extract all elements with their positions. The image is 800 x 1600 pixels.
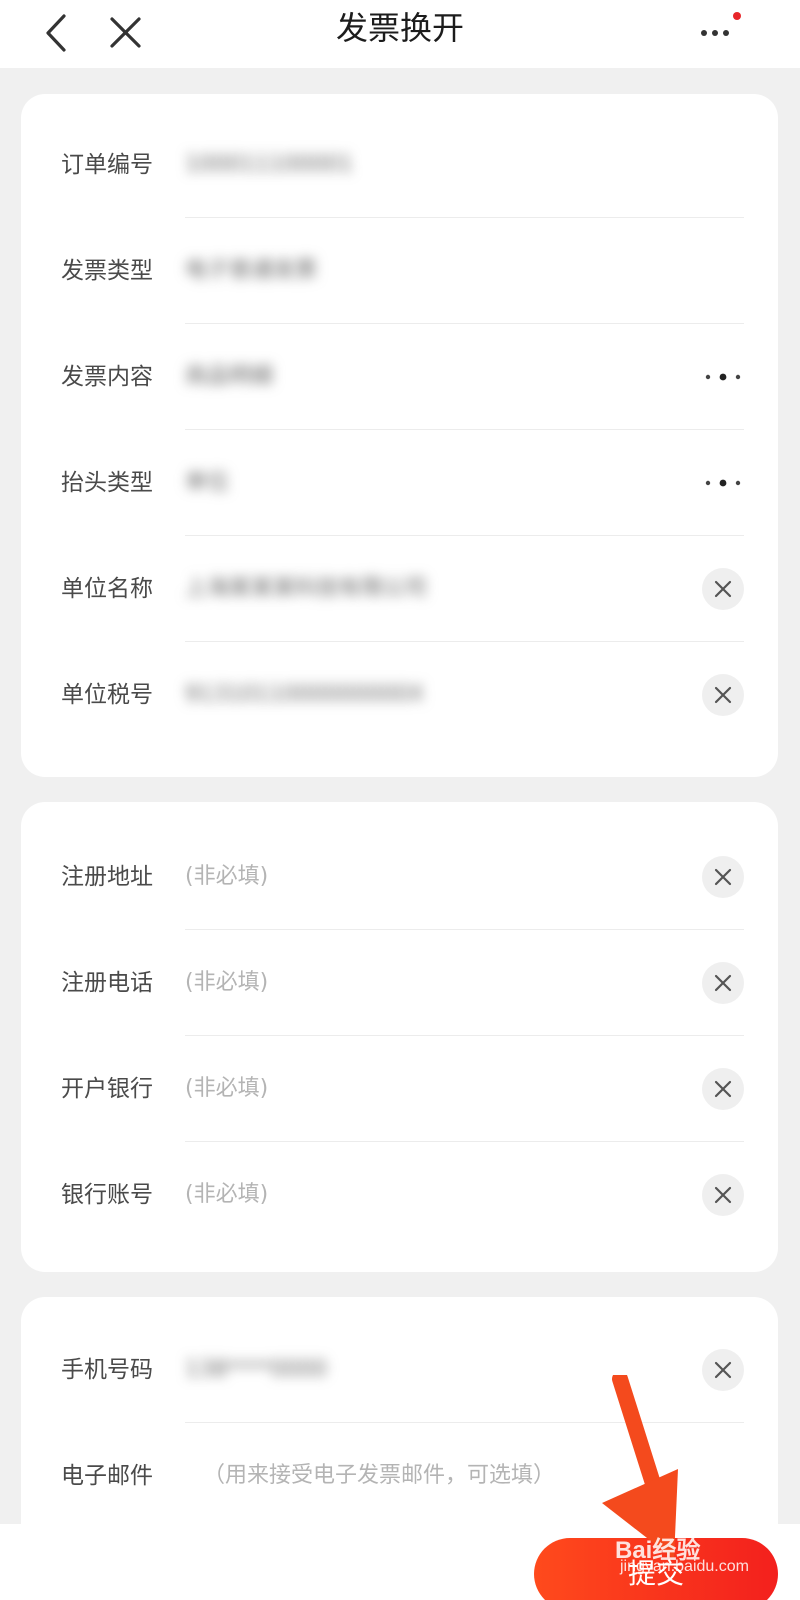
- close-icon: [714, 686, 732, 704]
- optional-info-card: 注册地址 (非必填) 注册电话 (非必填) 开户银行 (非必填) 银行账号 (非…: [21, 802, 778, 1272]
- close-icon: [714, 1080, 732, 1098]
- watermark-url: jingyan.baidu.com: [620, 1558, 749, 1575]
- invoice-info-card: 订单编号 100011100001 发票类型 电子普通发票 发票内容 商品明细 …: [21, 94, 778, 777]
- bank-account-row[interactable]: 银行账号 (非必填): [21, 1142, 778, 1248]
- registered-address-label: 注册地址: [61, 864, 153, 890]
- close-icon: [714, 1186, 732, 1204]
- phone-input[interactable]: 138****0000: [185, 1317, 327, 1423]
- order-number-label: 订单编号: [61, 152, 153, 178]
- title-type-row[interactable]: 抬头类型 单位: [21, 430, 778, 536]
- invoice-content-value: 商品明细: [185, 364, 274, 389]
- invoice-content-row[interactable]: 发票内容 商品明细: [21, 324, 778, 430]
- registered-phone-clear-button[interactable]: [702, 962, 744, 1004]
- close-icon: [714, 580, 732, 598]
- registered-phone-row[interactable]: 注册电话 (非必填): [21, 930, 778, 1036]
- company-name-clear-button[interactable]: [702, 568, 744, 610]
- title-type-value: 单位: [185, 470, 230, 495]
- registered-phone-input[interactable]: (非必填): [185, 930, 268, 1036]
- close-icon: [714, 868, 732, 886]
- invoice-content-more-button[interactable]: [702, 362, 744, 392]
- invoice-type-value: 电子普通发票: [185, 258, 318, 283]
- tax-number-clear-button[interactable]: [702, 674, 744, 716]
- bank-name-clear-button[interactable]: [702, 1068, 744, 1110]
- title-type-more-button[interactable]: [702, 468, 744, 498]
- invoice-type-row[interactable]: 发票类型 电子普通发票: [21, 218, 778, 324]
- top-nav-bar: 发票换开: [0, 0, 800, 68]
- registered-phone-label: 注册电话: [61, 970, 153, 996]
- email-input[interactable]: （用来接受电子发票邮件，可选填）: [203, 1423, 555, 1529]
- tax-number-row[interactable]: 单位税号 9131011000000000X: [21, 642, 778, 748]
- invoice-type-label: 发票类型: [61, 258, 153, 284]
- tax-number-label: 单位税号: [61, 682, 153, 708]
- bank-name-row[interactable]: 开户银行 (非必填): [21, 1036, 778, 1142]
- registered-address-row[interactable]: 注册地址 (非必填): [21, 824, 778, 930]
- title-type-label: 抬头类型: [61, 470, 153, 496]
- invoice-content-label: 发票内容: [61, 364, 153, 390]
- more-dots-icon: [705, 479, 741, 487]
- bank-account-label: 银行账号: [61, 1182, 153, 1208]
- close-icon: [714, 1361, 732, 1379]
- email-label: 电子邮件: [61, 1463, 153, 1489]
- page-title: 发票换开: [335, 9, 464, 47]
- company-name-input[interactable]: 上海某某某科技有限公司: [185, 536, 427, 642]
- registered-address-input[interactable]: (非必填): [185, 824, 268, 930]
- company-name-row[interactable]: 单位名称 上海某某某科技有限公司: [21, 536, 778, 642]
- more-dots-icon: [705, 373, 741, 381]
- phone-label: 手机号码: [61, 1357, 153, 1383]
- notification-dot: [733, 12, 741, 20]
- order-number-value: 100011100001: [185, 152, 353, 177]
- bank-account-clear-button[interactable]: [702, 1174, 744, 1216]
- close-icon: [714, 974, 732, 992]
- order-number-row: 订单编号 100011100001: [21, 112, 778, 218]
- bank-name-input[interactable]: (非必填): [185, 1036, 268, 1142]
- company-name-label: 单位名称: [61, 576, 153, 602]
- bank-account-input[interactable]: (非必填): [185, 1142, 268, 1248]
- tax-number-input[interactable]: 9131011000000000X: [185, 642, 424, 748]
- registered-address-clear-button[interactable]: [702, 856, 744, 898]
- bank-name-label: 开户银行: [61, 1076, 153, 1102]
